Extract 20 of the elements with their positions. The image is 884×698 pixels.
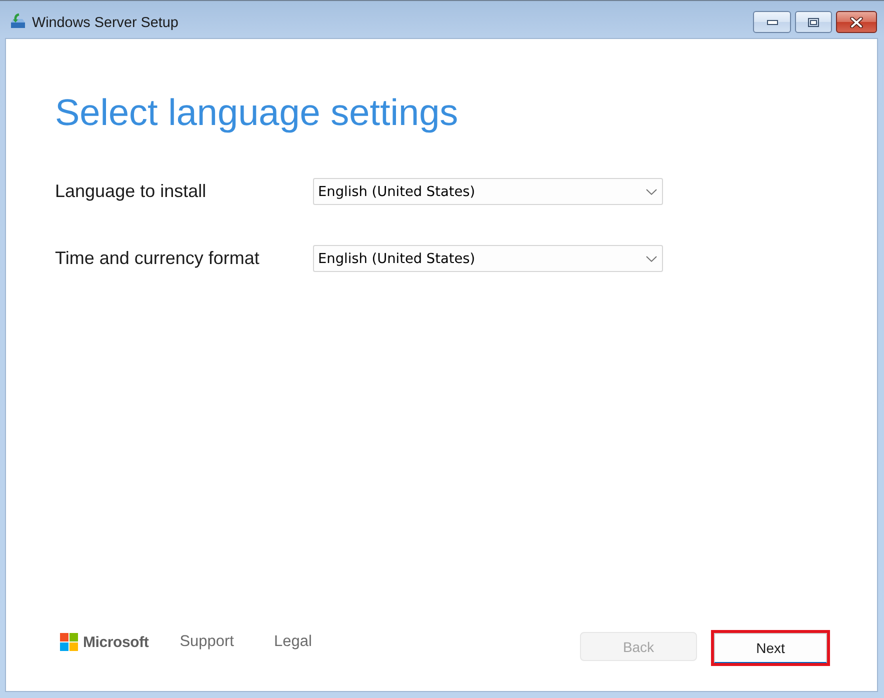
maximize-icon: [808, 18, 819, 26]
select-dropdown[interactable]: English (United States): [313, 245, 663, 272]
nav-button[interactable]: Next: [714, 633, 827, 663]
minimize-icon: [766, 20, 778, 24]
footer-link[interactable]: Support: [180, 633, 234, 651]
brand-name: Microsoft: [83, 634, 149, 650]
window-title: Windows Server Setup: [32, 15, 180, 31]
chevron-down-icon: [646, 256, 657, 262]
field-label: Language to install: [55, 181, 206, 202]
tray-arrow-icon: [10, 13, 26, 29]
close-icon: [850, 16, 863, 28]
close-button[interactable]: [836, 11, 877, 33]
logo-icon: [60, 633, 78, 651]
footer-link[interactable]: Legal: [274, 633, 312, 651]
page-heading: Select language settings: [55, 91, 458, 135]
select-dropdown[interactable]: English (United States): [313, 178, 663, 205]
field-label: Time and currency format: [55, 248, 260, 269]
chevron-down-icon: [646, 188, 657, 194]
maximize-button[interactable]: [795, 11, 832, 33]
minimize-button[interactable]: [753, 11, 791, 33]
